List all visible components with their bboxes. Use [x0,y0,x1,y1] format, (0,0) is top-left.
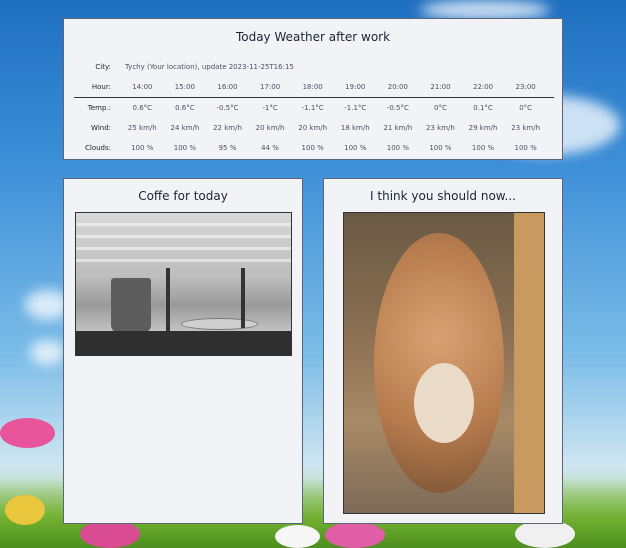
wind-cell: 23 km/h [426,124,455,132]
flower [5,495,45,525]
hour-cell: 22:00 [472,83,494,91]
coffee-cup [111,278,151,333]
chair-leg [241,268,245,328]
hour-label: Hour: [91,83,111,91]
city-label: City: [95,63,111,71]
cat-belly [414,363,474,443]
flower [515,520,575,548]
clouds-label: Clouds: [84,144,111,152]
hour-cell: 17:00 [259,83,281,91]
wind-cell: 29 km/h [468,124,498,132]
wind-row: Wind: 25 km/h 24 km/h 22 km/h 20 km/h 20 km/… [74,118,554,138]
clouds-cell: 100 % [429,144,452,152]
coffee-photo [75,212,292,356]
flower [275,525,320,548]
cat-title: I think you should now... [370,189,516,203]
hour-cell: 21:00 [430,83,451,91]
wind-cell: 24 km/h [170,124,200,132]
cat-photo [343,212,545,514]
temp-cell: 0.6°C [132,104,153,112]
wind-cell: 23 km/h [511,124,541,132]
hour-cell: 15:00 [174,83,195,91]
hour-cell: 14:00 [132,83,153,91]
clouds-row: Clouds: 100 % 100 % 95 % 44 % 100 % 100 % 100 … [74,138,554,158]
temp-row: Temp.: 0.6°C 0.6°C -0.5°C -1°C -1.1°C -1.1°C -… [74,98,554,118]
table-surface [76,331,291,355]
clouds-cell: 100 % [131,144,154,152]
wind-cell: 25 km/h [127,124,157,132]
flower [325,522,385,548]
hour-cell: 23:00 [515,83,536,91]
window-blind [76,259,291,262]
weather-table: City: Tychy (Your location), update 2023… [74,57,554,158]
window-blind [76,235,291,238]
weather-title: Today Weather after work [235,30,391,44]
flower [0,418,55,448]
city-value: Tychy (Your location), update 2023-11-25… [125,63,294,71]
clouds-cell: 44 % [261,144,279,152]
hour-cell: 19:00 [345,83,366,91]
cloud [420,0,550,20]
wind-cell: 18 km/h [340,124,370,132]
wind-cell: 20 km/h [298,124,328,132]
temp-cell: -0.5°C [386,104,409,112]
clouds-cell: 95 % [218,144,237,152]
cat-panel: I think you should now... [323,178,563,524]
clouds-cell: 100 % [344,144,367,152]
hour-cell: 20:00 [387,83,408,91]
hour-row: Hour: 14:00 15:00 16:00 17:00 18:00 19:00 20:0… [74,77,554,98]
temp-cell: -1.1°C [344,104,367,112]
wind-label: Wind: [91,124,111,132]
window-frame [514,213,544,513]
saucer [181,318,258,330]
clouds-cell: 100 % [173,144,197,152]
page-background: { "weather": { "title": "Today Weather a… [0,0,626,548]
coffee-title: Coffe for today [138,189,228,203]
window-blind [76,247,291,250]
clouds-cell: 100 % [514,144,537,152]
clouds-cell: 100 % [471,144,495,152]
temp-cell: -0.5°C [216,104,239,112]
hour-cell: 16:00 [217,83,238,91]
window-blind [76,223,291,226]
coffee-panel: Coffe for today [63,178,303,524]
temp-label: Temp.: [87,104,111,112]
weather-panel: Today Weather after work City: Tychy (Yo… [63,18,563,160]
wind-cell: 21 km/h [383,124,413,132]
temp-cell: -1.1°C [301,104,324,112]
clouds-cell: 100 % [301,144,324,152]
wind-cell: 20 km/h [255,124,285,132]
temp-cell: 0.6°C [175,104,195,112]
temp-cell: 0.1°C [473,104,493,112]
cloud [30,340,65,365]
chair-leg [166,268,170,338]
temp-cell: -1°C [262,104,278,112]
clouds-cell: 100 % [386,144,409,152]
wind-cell: 22 km/h [213,124,242,132]
flower [80,520,140,548]
temp-cell: 0°C [519,104,533,112]
temp-cell: 0°C [434,104,447,112]
city-row: City: Tychy (Your location), update 2023… [74,57,554,77]
hour-cell: 18:00 [302,83,323,91]
